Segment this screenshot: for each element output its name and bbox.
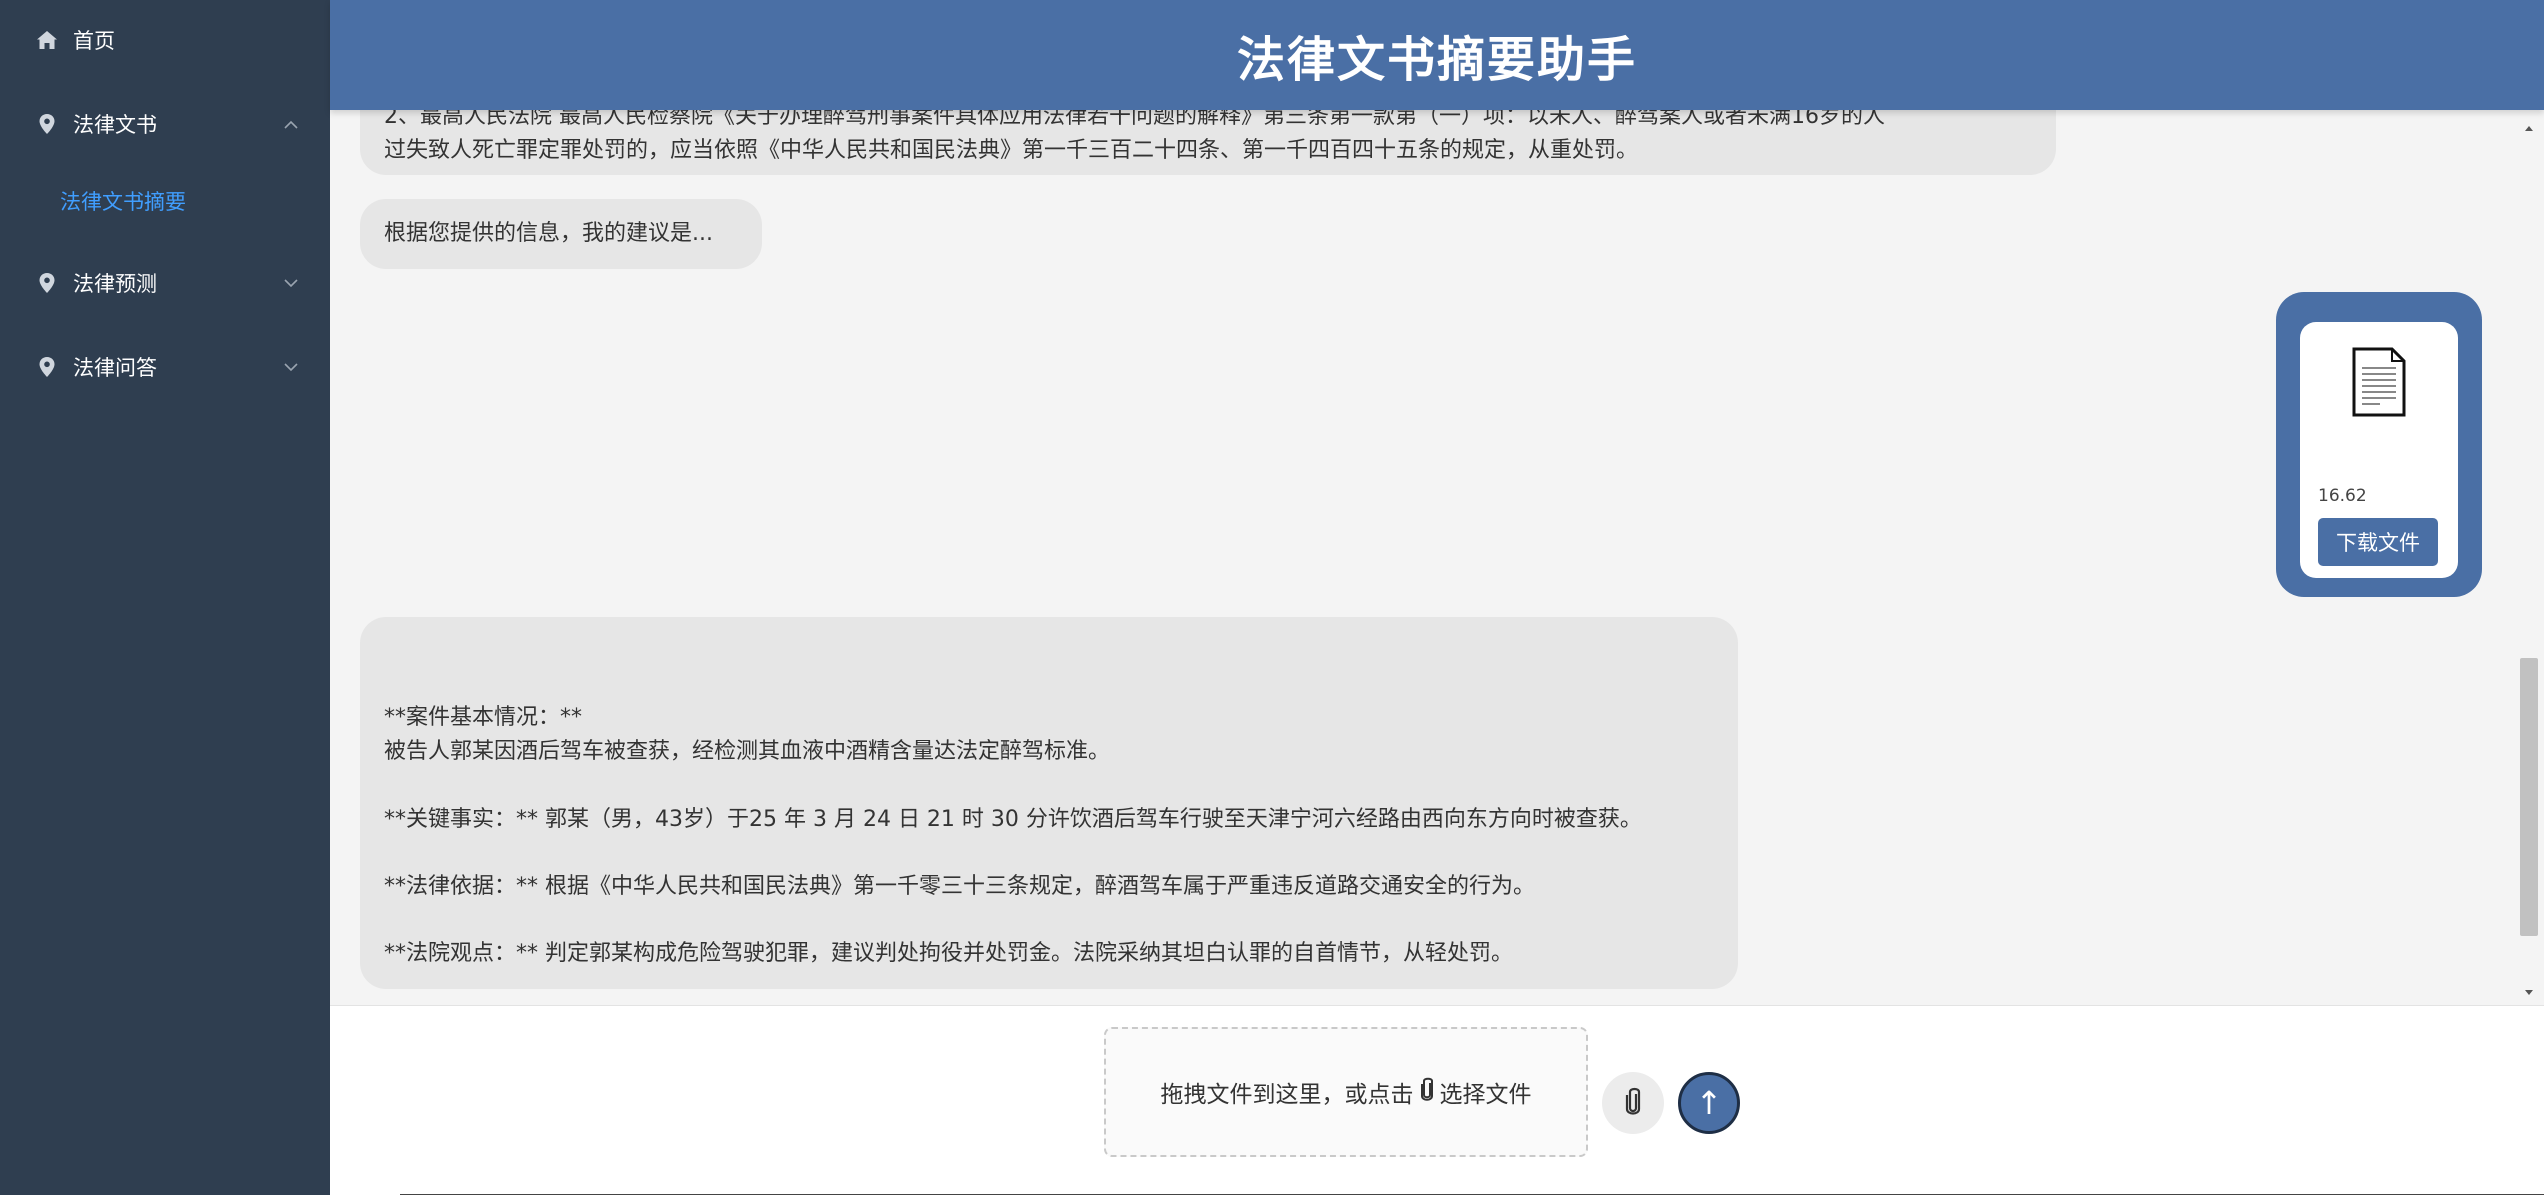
sidebar-item-legal-qa[interactable]: 法律问答 [0,342,330,392]
chat-scrollbar[interactable] [2514,110,2544,1005]
dropzone-text: 选择文件 [1439,1082,1532,1108]
summary-case-heading: **案件基本情况：** [384,705,583,730]
sidebar-item-label: 法律文书 [73,113,157,137]
app-header: 法律文书摘要助手 [330,0,2544,110]
sidebar-subitem-legal-doc-summary[interactable]: 法律文书摘要 [0,176,330,226]
dropzone-text: 拖拽文件到这里，或点击 [1160,1082,1414,1108]
chat-messages: 2、最高人民法院 最高人民检察院《关于办理醉驾刑事案件具体应用法律若干问题的解释… [330,110,2514,1005]
scrollbar-thumb[interactable] [2520,658,2538,936]
page-title: 法律文书摘要助手 [1236,32,1637,88]
document-icon [2350,346,2408,418]
sidebar-item-legal-docs[interactable]: 法律文书 [0,99,330,149]
chevron-up-icon[interactable] [280,113,302,135]
home-icon [36,29,58,51]
sidebar-subitem-label: 法律文书摘要 [60,190,186,214]
sidebar-item-label: 法律问答 [73,356,157,380]
message-text: 根据您提供的信息，我的建议是... [384,221,713,246]
sidebar: 首页 法律文书 法律文书摘要 法律预测 法律问答 [0,0,330,1195]
summary-court-opinion: **法院观点：** 判定郭某构成危险驾驶犯罪，建议判处拘役并处罚金。法院采纳其坦… [384,941,1513,966]
scroll-up-icon[interactable] [2523,120,2535,132]
message-text: 过失致人死亡罪定罪处罚的，应当依照《中华人民共和国民法典》第一千三百二十四条、第… [384,138,1639,163]
file-dropzone[interactable]: 拖拽文件到这里，或点击 选择文件 [1104,1027,1588,1157]
user-file-message: 16.62 下载文件 [2276,292,2482,597]
paperclip-icon [1420,1076,1434,1108]
file-size: 16.62 [2318,486,2367,506]
summary-legal-basis: **法律依据：** 根据《中华人民共和国民法典》第一千零三十三条规定，醉酒驾车属… [384,874,1535,899]
attach-file-button[interactable] [1602,1072,1664,1134]
summary-key-facts: **关键事实：** 郭某（男，43岁）于25 年 3 月 24 日 21 时 3… [384,807,1642,832]
sidebar-item-label: 法律预测 [73,272,157,296]
message-text: 2、最高人民法院 最高人民检察院《关于办理醉驾刑事案件具体应用法律若干问题的解释… [384,110,1885,129]
location-icon [36,113,58,135]
sidebar-item-legal-prediction[interactable]: 法律预测 [0,258,330,308]
scroll-down-icon[interactable] [2523,983,2535,995]
location-icon [36,272,58,294]
arrow-up-icon: ↑ [1695,1084,1723,1122]
chevron-down-icon[interactable] [280,356,302,378]
chevron-down-icon[interactable] [280,272,302,294]
paperclip-icon [1625,1086,1641,1120]
summary-case-text: 被告人郭某因酒后驾车被查获，经检测其血液中酒精含量达法定醉驾标准。 [384,739,1111,764]
sidebar-item-label: 首页 [73,29,115,53]
download-file-button[interactable]: 下载文件 [2318,518,2438,566]
file-card: 16.62 下载文件 [2300,322,2458,578]
bot-message-legal-basis: 2、最高人民法院 最高人民检察院《关于办理醉驾刑事案件具体应用法律若干问题的解释… [360,110,2056,175]
send-button[interactable]: ↑ [1678,1072,1740,1134]
location-icon [36,356,58,378]
sidebar-item-home[interactable]: 首页 [0,15,330,65]
bot-message-summary: **案件基本情况：** 被告人郭某因酒后驾车被查获，经检测其血液中酒精含量达法定… [360,617,1738,989]
input-area: 拖拽文件到这里，或点击 选择文件 ↑ [330,1005,2544,1195]
bot-message-suggestion: 根据您提供的信息，我的建议是... [360,199,762,269]
